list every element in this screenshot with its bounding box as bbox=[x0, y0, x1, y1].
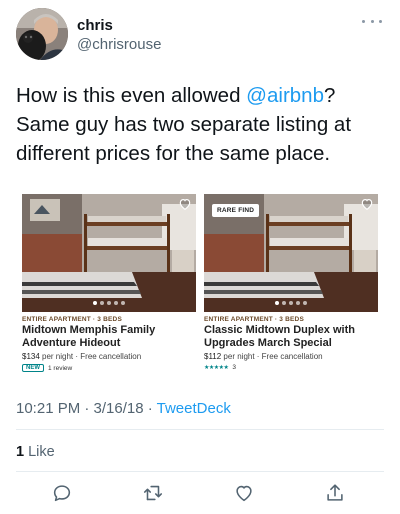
more-options-icon[interactable] bbox=[362, 14, 382, 28]
like-count-label: Like bbox=[24, 444, 55, 460]
listing-rating: NEW 1 review bbox=[22, 364, 196, 372]
listing-type: ENTIRE APARTMENT · 3 BEDS bbox=[204, 316, 304, 323]
time-date[interactable]: 10:21 PM · 3/16/18 · bbox=[16, 400, 157, 417]
like-count-number: 1 bbox=[16, 444, 25, 460]
price-value: $112 bbox=[204, 352, 222, 361]
save-heart-icon[interactable] bbox=[178, 197, 192, 211]
source-app-link[interactable]: TweetDeck bbox=[157, 400, 231, 417]
listing-title[interactable]: Midtown Memphis Family Adventure Hideout bbox=[22, 324, 196, 350]
rare-find-badge: RARE FIND bbox=[212, 204, 260, 217]
listing-title[interactable]: Classic Midtown Duplex with Upgrades Mar… bbox=[204, 324, 378, 350]
listing-card-1[interactable]: ENTIRE APARTMENT · 3 BEDS Midtown Memphi… bbox=[22, 194, 196, 372]
listing-card-2[interactable]: RARE FIND ENTIRE APARTMENT · 3 BEDS Clas… bbox=[204, 194, 378, 371]
listing-photo-1[interactable] bbox=[22, 194, 196, 312]
price-value: $134 bbox=[22, 352, 40, 361]
listing-price: $134 per night · Free cancellation bbox=[22, 351, 196, 362]
tweet-header: chris @chrisrouse bbox=[16, 8, 384, 64]
listing-price: $112 per night · Free cancellation bbox=[204, 351, 378, 362]
review-count: 3 bbox=[232, 364, 237, 371]
tweet-timestamp: 10:21 PM · 3/16/18 · TweetDeck bbox=[16, 399, 231, 419]
listing-rating: ★★★★★ 3 bbox=[204, 364, 378, 371]
share-icon[interactable] bbox=[324, 482, 348, 506]
divider bbox=[16, 471, 384, 472]
retweet-icon[interactable] bbox=[142, 482, 166, 506]
listing-type: ENTIRE APARTMENT · 3 BEDS bbox=[22, 316, 122, 323]
user-handle[interactable]: @chrisrouse bbox=[77, 36, 161, 54]
review-count: 1 review bbox=[48, 364, 73, 372]
price-suffix: per night · Free cancellation bbox=[39, 352, 142, 361]
likes-count[interactable]: 1 Like bbox=[16, 442, 55, 462]
carousel-dots[interactable] bbox=[22, 301, 196, 305]
new-badge: NEW bbox=[22, 364, 44, 372]
star-rating-icon: ★★★★★ bbox=[204, 365, 229, 371]
tweet-text: How is this even allowed @airbnb? Same g… bbox=[16, 81, 386, 168]
user-display-name[interactable]: chris bbox=[77, 17, 113, 35]
tweet-text-start: How is this even allowed bbox=[16, 84, 247, 107]
divider bbox=[16, 429, 384, 430]
user-avatar[interactable] bbox=[16, 8, 68, 60]
airbnb-mention-link[interactable]: @airbnb bbox=[246, 84, 324, 107]
price-suffix: per night · Free cancellation bbox=[221, 352, 323, 361]
tweet-actions bbox=[0, 480, 400, 508]
like-heart-icon[interactable] bbox=[233, 482, 257, 506]
save-heart-icon[interactable] bbox=[360, 197, 374, 211]
reply-icon[interactable] bbox=[51, 482, 75, 506]
listing-photo-2[interactable]: RARE FIND bbox=[204, 194, 378, 312]
carousel-dots[interactable] bbox=[204, 301, 378, 305]
